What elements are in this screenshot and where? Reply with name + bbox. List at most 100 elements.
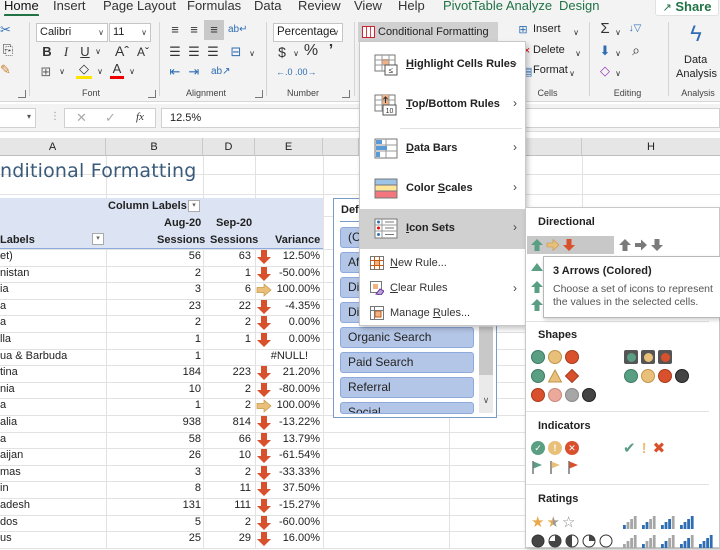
slicer-item[interactable]: Social [340, 402, 474, 414]
increase-indent-icon[interactable]: ⇥ [186, 64, 202, 80]
conditional-formatting-button[interactable]: Conditional Formatting ∨ [358, 22, 498, 57]
tab-design[interactable]: Design [559, 0, 599, 13]
menu-item-highlight-cells-rules[interactable]: ≤ Highlight Cells Rules › [360, 45, 525, 85]
increase-font-icon[interactable]: Aˆ [115, 43, 129, 59]
chevron-down-icon[interactable]: ∨ [248, 46, 256, 62]
name-box[interactable]: ▾ [0, 108, 36, 128]
orientation-icon[interactable]: ab↗ [211, 64, 231, 80]
data-analysis-button[interactable]: ϟ Data Analysis [674, 20, 718, 84]
decrease-decimal-icon[interactable]: .00→ [295, 64, 317, 80]
column-header-f[interactable] [323, 138, 359, 156]
table-row[interactable]: tina 184 223 21.20% [0, 365, 323, 382]
format-cells-button[interactable]: Format [533, 64, 568, 76]
icon-set-4-traffic-lights[interactable] [624, 367, 689, 385]
table-row[interactable]: mas 3 2 -33.33% [0, 465, 323, 482]
table-row[interactable]: a 23 22 -4.35% [0, 299, 323, 316]
chevron-down-icon[interactable]: ∨ [94, 44, 102, 60]
column-header-e[interactable]: E [255, 138, 323, 156]
slicer-item[interactable]: Organic Search [340, 327, 474, 348]
merge-center-icon[interactable]: ⊟ [227, 44, 245, 60]
slicer-item[interactable]: Paid Search [340, 352, 474, 373]
sort-filter-icon[interactable]: ↓▽ [626, 21, 644, 37]
column-header-b[interactable]: B [106, 138, 203, 156]
tab-pivottable-analyze[interactable]: PivotTable Analyze [443, 0, 552, 13]
alignment-launcher[interactable] [255, 90, 263, 98]
column-header-h[interactable]: H [582, 138, 720, 156]
percent-icon[interactable]: % [303, 43, 319, 59]
align-center-icon[interactable]: ☰ [186, 44, 202, 60]
tab-insert[interactable]: Insert [53, 0, 86, 13]
delete-cells-button[interactable]: Delete [533, 44, 565, 56]
cut-icon[interactable]: ✂ [0, 22, 11, 38]
chevron-down-icon[interactable]: ∨ [128, 64, 136, 80]
format-painter-icon[interactable]: ✎ [0, 62, 11, 78]
menu-item-top-bottom-rules[interactable]: 10 Top/Bottom Rules › [360, 85, 525, 125]
enter-icon[interactable]: ✓ [105, 110, 116, 126]
insert-cells-icon[interactable]: ⊞ [515, 22, 531, 38]
icon-set-5-rating[interactable] [623, 532, 718, 550]
table-row[interactable]: ua & Barbuda 1 #NULL! [0, 349, 323, 366]
icon-set-3-traffic-lights[interactable] [531, 348, 579, 366]
menu-item-data-bars[interactable]: Data Bars › [360, 129, 525, 169]
share-button[interactable]: ↗ Share [655, 0, 719, 16]
font-launcher[interactable] [148, 90, 156, 98]
chevron-down-icon[interactable]: ∨ [574, 46, 582, 62]
icon-set-3-arrows-gray[interactable] [618, 236, 678, 254]
currency-icon[interactable]: $ [276, 44, 288, 60]
table-row[interactable]: nistan 2 1 -50.00% [0, 266, 323, 283]
icon-set-4-rating[interactable] [623, 513, 699, 531]
table-row[interactable]: nia 10 2 -80.00% [0, 382, 323, 399]
table-row[interactable]: et) 56 63 12.50% [0, 249, 323, 266]
menu-item-icon-sets[interactable]: Icon Sets › [360, 209, 525, 249]
table-row[interactable]: aijan 26 10 -61.54% [0, 448, 323, 465]
find-select-icon[interactable]: ⌕ [628, 42, 644, 58]
borders-icon[interactable]: ⊞ [38, 64, 54, 80]
icon-set-3-arrows-colored[interactable] [527, 236, 614, 254]
align-left-icon[interactable]: ☰ [167, 44, 183, 60]
menu-item-manage-rules[interactable]: Manage Rules... [360, 301, 525, 326]
column-header-d[interactable]: D [203, 138, 255, 156]
comma-style-icon[interactable]: ’ [325, 43, 337, 59]
chevron-down-icon[interactable]: ∨ [572, 25, 580, 41]
fill-icon[interactable]: ⬇ [598, 43, 612, 59]
table-row[interactable]: adesh 131 111 -15.27% [0, 498, 323, 515]
column-header-g[interactable] [526, 138, 582, 156]
align-middle-icon[interactable]: ≡ [186, 22, 202, 38]
clear-icon[interactable]: ◇ [598, 63, 612, 79]
row-labels-filter-button[interactable]: ▾ [92, 233, 104, 245]
table-row[interactable]: a 58 66 13.79% [0, 432, 323, 449]
slicer-item[interactable]: Referral [340, 377, 474, 398]
tab-formulas[interactable]: Formulas [187, 0, 241, 13]
align-top-icon[interactable]: ≡ [167, 22, 183, 38]
table-row[interactable]: ia 3 6 100.00% [0, 282, 323, 299]
table-row[interactable]: dos 5 2 -60.00% [0, 515, 323, 532]
copy-icon[interactable]: ⎘ [0, 42, 16, 58]
font-color-icon[interactable]: A [110, 62, 124, 79]
insert-function-icon[interactable]: fx [136, 111, 144, 123]
icon-set-3-symbols-circled[interactable]: ✓ ! ✕ [531, 439, 579, 457]
table-row[interactable]: lla 1 1 0.00% [0, 332, 323, 349]
icon-set-3-stars[interactable]: ★ ★ ☆ [531, 513, 575, 531]
column-labels-filter-button[interactable]: ▾ [188, 200, 200, 212]
table-row[interactable]: a 2 2 0.00% [0, 315, 323, 332]
tab-help[interactable]: Help [398, 0, 425, 13]
chevron-down-icon[interactable]: ∨ [96, 64, 104, 80]
tab-data[interactable]: Data [254, 0, 281, 13]
icon-set-3-flags[interactable] [531, 458, 581, 476]
menu-item-new-rule[interactable]: New Rule... [360, 251, 525, 276]
chevron-down-icon[interactable]: ∨ [614, 25, 622, 41]
menu-item-clear-rules[interactable]: Clear Rules › [360, 276, 525, 301]
table-row[interactable]: a 1 2 100.00% [0, 398, 323, 415]
bold-icon[interactable]: B [40, 44, 54, 60]
increase-decimal-icon[interactable]: ←.0 [276, 64, 293, 80]
align-bottom-icon[interactable]: ≡ [204, 20, 224, 40]
number-format-combo[interactable]: Percentage ∨ [273, 23, 343, 42]
align-right-icon[interactable]: ☰ [205, 44, 221, 60]
underline-icon[interactable]: U [78, 44, 92, 60]
icon-set-5-quarters[interactable] [531, 532, 617, 550]
fill-color-icon[interactable]: ◇ [76, 62, 92, 79]
chevron-down-icon[interactable]: ∨ [58, 64, 66, 80]
tab-page-layout[interactable]: Page Layout [103, 0, 176, 13]
chevron-down-icon[interactable]: ∨ [614, 66, 622, 82]
column-header-a[interactable]: A [0, 138, 106, 156]
